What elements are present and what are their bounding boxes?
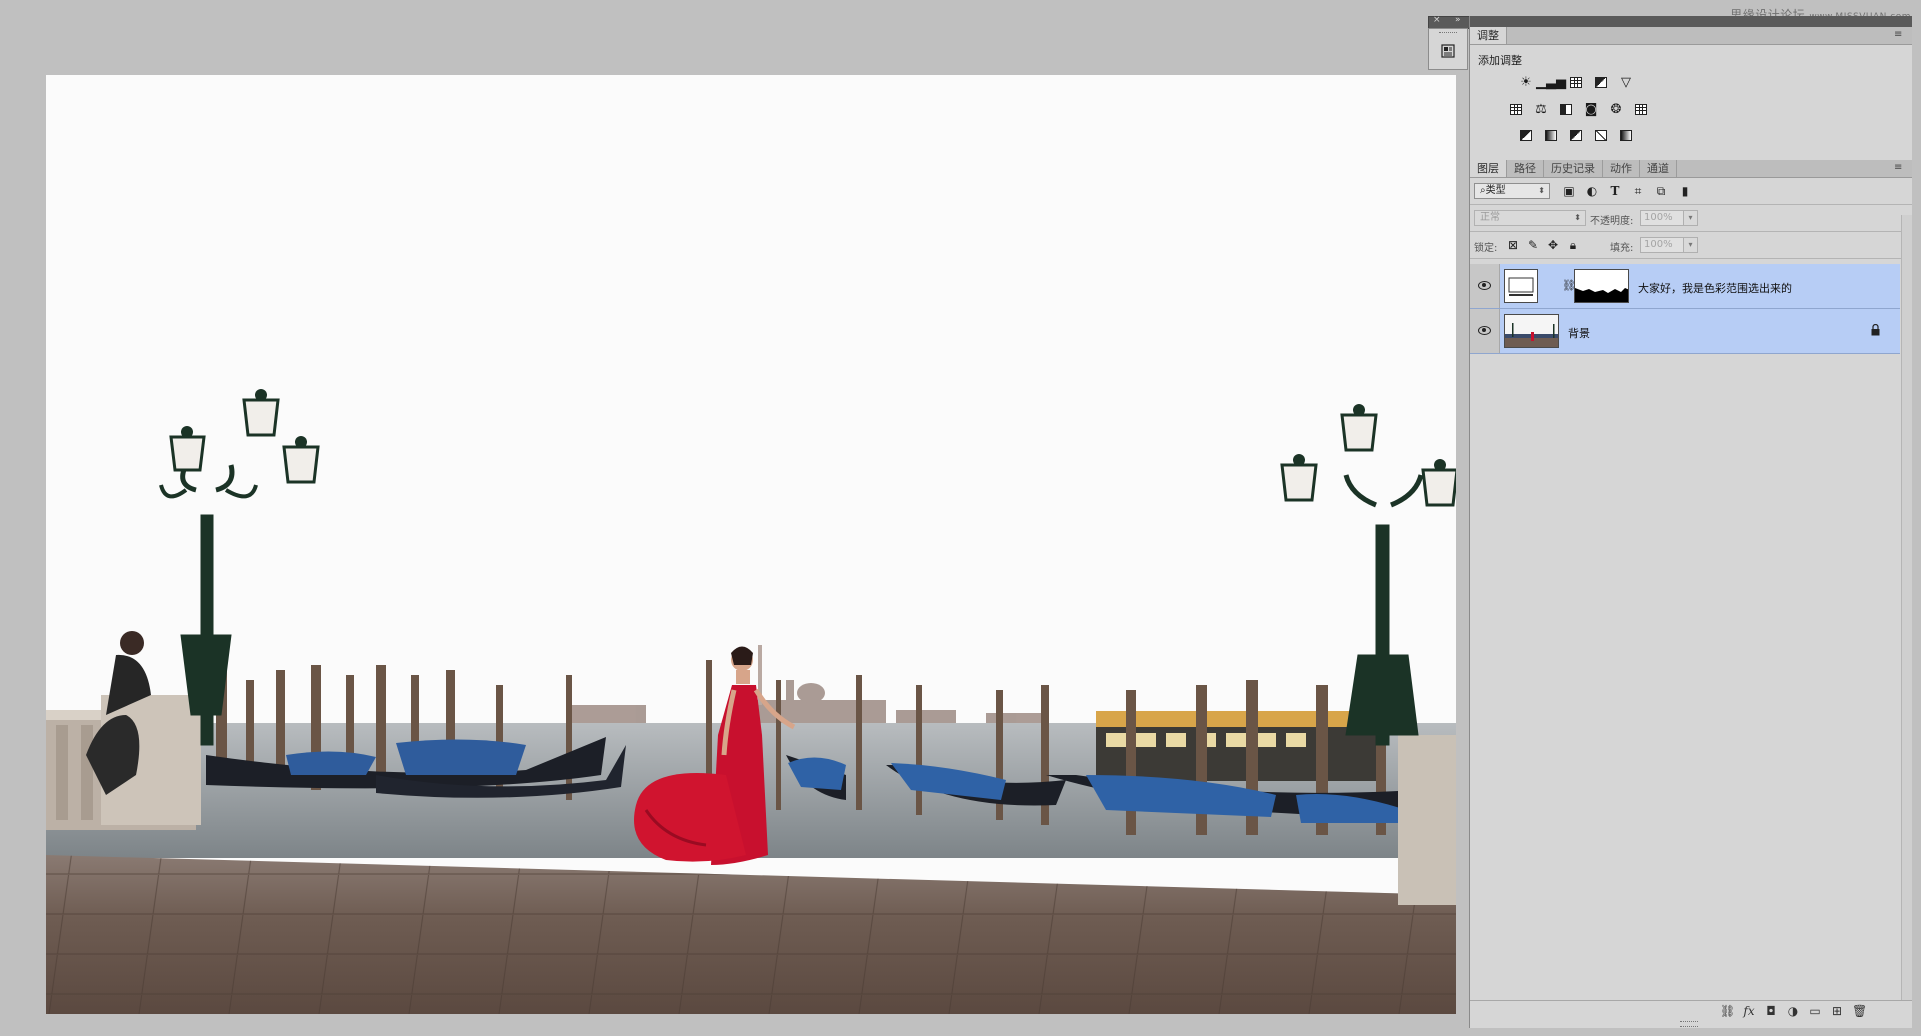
new-layer-icon[interactable]: ⊞ — [1830, 1004, 1844, 1018]
layer-thumbnail[interactable] — [1504, 314, 1559, 348]
tab-channels[interactable]: 通道 — [1640, 160, 1677, 177]
group-icon[interactable]: ▭ — [1808, 1004, 1822, 1018]
layer-thumbnail[interactable] — [1504, 269, 1538, 303]
invert-icon[interactable] — [1518, 127, 1534, 143]
fill-input[interactable]: 100% — [1640, 237, 1684, 253]
selective-color-icon[interactable] — [1593, 127, 1609, 143]
adjustments-title: 添加调整 — [1478, 54, 1522, 67]
panel-titlebar[interactable] — [1470, 16, 1912, 27]
photo-filter-icon[interactable]: ◙ — [1583, 101, 1599, 117]
layers-tabrow: 图层 路径 历史记录 动作 通道 ≡ — [1470, 160, 1912, 178]
lock-position-icon[interactable]: ✥ — [1546, 238, 1560, 252]
lock-fill-row: 锁定: ⊠ ✎ ✥ 🔒︎ 填充: 100% ▾ — [1470, 232, 1912, 259]
levels-icon[interactable]: ▁▃▅ — [1536, 74, 1566, 90]
lock-image-brush-icon[interactable]: ✎ — [1526, 238, 1540, 252]
blend-opacity-row: 正常 ⬍ 不透明度: 100% ▾ — [1470, 205, 1912, 232]
fill-label: 填充: — [1610, 243, 1634, 254]
tab-actions[interactable]: 动作 — [1603, 160, 1640, 177]
filter-smart-object-icon[interactable]: ⧉ — [1654, 184, 1668, 198]
fill-dropdown-icon[interactable]: ▾ — [1683, 237, 1698, 253]
filter-toggle-icon[interactable]: ▮ — [1678, 184, 1692, 198]
link-layers-icon[interactable]: ⛓ — [1720, 1004, 1735, 1018]
layer-row-selection[interactable]: ⛓ 大家好，我是色彩范围选出来的 — [1470, 264, 1900, 309]
layer-name[interactable]: 背景 — [1568, 325, 1590, 341]
opacity-input[interactable]: 100% — [1640, 210, 1684, 226]
adjustments-row-3 — [1518, 127, 1634, 143]
black-white-icon[interactable] — [1558, 101, 1574, 117]
lock-transparent-icon[interactable]: ⊠ — [1506, 238, 1520, 252]
blend-mode-select[interactable]: 正常 ⬍ — [1474, 210, 1586, 226]
lock-label: 锁定: — [1474, 243, 1498, 254]
opacity-dropdown-icon[interactable]: ▾ — [1683, 210, 1698, 226]
brightness-contrast-icon[interactable]: ☀ — [1518, 74, 1534, 90]
adjustments-row-2: ⚖ ◙ ❂ — [1508, 101, 1649, 117]
panel-resize-grip-icon[interactable] — [1680, 1021, 1698, 1027]
layers-bottom-toolbar: ⛓ fx ◘ ◑ ▭ ⊞ 🗑︎ — [1470, 1000, 1912, 1021]
panel-menu-icon[interactable]: ≡ — [1894, 30, 1906, 40]
hue-saturation-icon[interactable] — [1508, 101, 1524, 117]
eye-icon[interactable] — [1478, 281, 1491, 290]
opacity-label: 不透明度: — [1590, 216, 1634, 227]
gradient-map-icon[interactable] — [1618, 127, 1634, 143]
layer-filter-kind-select[interactable]: ⌕类型 ⬍ — [1474, 183, 1550, 199]
layer-mask-thumbnail[interactable] — [1574, 269, 1629, 303]
adjustment-layer-icon[interactable]: ◑ — [1786, 1004, 1800, 1018]
color-balance-icon[interactable]: ⚖ — [1533, 101, 1549, 117]
tab-paths[interactable]: 路径 — [1507, 160, 1544, 177]
add-mask-icon[interactable]: ◘ — [1764, 1004, 1778, 1018]
panel-column: 调整 ≡ 添加调整 ☀ ▁▃▅ ▽ ⚖ ◙ ❂ 图层 路径 历史记录 动作 通道 ≡ ⌕… — [1469, 16, 1912, 1028]
lock-all-icon[interactable]: 🔒︎ — [1566, 238, 1580, 252]
filter-type-icon[interactable]: T — [1608, 184, 1622, 198]
document-canvas[interactable] — [46, 75, 1456, 1014]
fill-layer-icon — [1508, 277, 1534, 296]
tab-history[interactable]: 历史记录 — [1544, 160, 1603, 177]
color-lookup-icon[interactable] — [1633, 101, 1649, 117]
close-icon[interactable]: × — [1433, 15, 1441, 25]
adjustments-row-1: ☀ ▁▃▅ ▽ — [1518, 74, 1634, 90]
layer-name[interactable]: 大家好，我是色彩范围选出来的 — [1638, 280, 1792, 296]
filter-pixel-icon[interactable]: ▣ — [1562, 184, 1576, 198]
expand-panels-icon[interactable]: » — [1455, 15, 1461, 25]
background-thumb-preview — [1505, 315, 1558, 347]
filter-adjustment-icon[interactable]: ◐ — [1585, 184, 1599, 198]
layers-panel: 图层 路径 历史记录 动作 通道 ≡ ⌕类型 ⬍ ▣ ◐ T ⌗ ⧉ ▮ 正常 ⬍ 不透明度… — [1470, 160, 1912, 259]
channel-mixer-icon[interactable]: ❂ — [1608, 101, 1624, 117]
chevron-updown-icon: ⬍ — [1574, 213, 1581, 222]
tab-layers[interactable]: 图层 — [1470, 160, 1507, 177]
vibrance-icon[interactable]: ▽ — [1618, 74, 1634, 90]
chevron-updown-icon: ⬍ — [1538, 186, 1545, 195]
mask-preview — [1575, 270, 1628, 302]
layer-filter-row: ⌕类型 ⬍ ▣ ◐ T ⌗ ⧉ ▮ — [1470, 178, 1912, 205]
collapsed-panel-dock[interactable] — [1428, 28, 1468, 70]
visibility-toggle[interactable] — [1470, 264, 1500, 308]
photo-venice-gondolas — [46, 75, 1456, 1014]
fx-icon[interactable]: fx — [1742, 1004, 1756, 1018]
exposure-icon[interactable] — [1593, 74, 1609, 90]
layer-row-background[interactable]: 背景 — [1470, 309, 1900, 354]
curves-icon[interactable] — [1568, 74, 1584, 90]
trash-icon[interactable]: 🗑︎ — [1852, 1004, 1867, 1018]
posterize-icon[interactable] — [1543, 127, 1559, 143]
dock-grip-icon[interactable] — [1439, 32, 1457, 35]
threshold-icon[interactable] — [1568, 127, 1584, 143]
adjustments-tabrow: 调整 ≡ — [1470, 27, 1912, 45]
eye-icon[interactable] — [1478, 326, 1491, 335]
properties-icon[interactable] — [1441, 43, 1455, 59]
panel-menu-icon[interactable]: ≡ — [1894, 163, 1906, 173]
tab-adjustments[interactable]: 调整 — [1470, 27, 1507, 44]
visibility-toggle[interactable] — [1470, 309, 1500, 353]
filter-shape-icon[interactable]: ⌗ — [1631, 184, 1645, 198]
lock-icon — [1871, 324, 1880, 336]
layers-scrollbar[interactable] — [1901, 215, 1912, 1015]
